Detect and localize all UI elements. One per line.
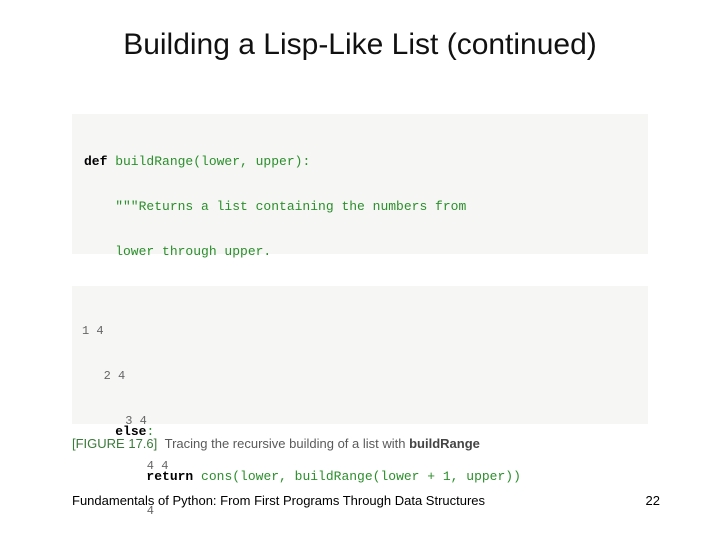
trace-block: 1 4 2 4 3 4 4 4 4 3 4 2 3 4 1 2 3 4 xyxy=(72,286,648,424)
code-block: def buildRange(lower, upper): """Returns… xyxy=(72,114,648,254)
footer-text: Fundamentals of Python: From First Progr… xyxy=(72,493,485,508)
trace-line: 3 4 xyxy=(82,414,638,429)
code-text: buildRange(lower, upper): xyxy=(107,154,310,169)
figure-caption: [FIGURE 17.6] Tracing the recursive buil… xyxy=(72,436,480,451)
code-line: lower through upper. xyxy=(84,244,636,259)
slide-title: Building a Lisp-Like List (continued) xyxy=(0,28,720,62)
code-line: def buildRange(lower, upper): xyxy=(84,154,636,169)
caption-text: Tracing the recursive building of a list… xyxy=(165,436,409,451)
trace-line: 1 4 xyxy=(82,324,638,339)
trace-line: 2 4 xyxy=(82,369,638,384)
code-line: """Returns a list containing the numbers… xyxy=(84,199,636,214)
trace-line: 4 4 xyxy=(82,459,638,474)
slide: Building a Lisp-Like List (continued) de… xyxy=(0,0,720,540)
function-name: buildRange xyxy=(409,436,480,451)
keyword-def: def xyxy=(84,154,107,169)
page-number: 22 xyxy=(646,493,660,508)
figure-label: [FIGURE 17.6] xyxy=(72,436,157,451)
